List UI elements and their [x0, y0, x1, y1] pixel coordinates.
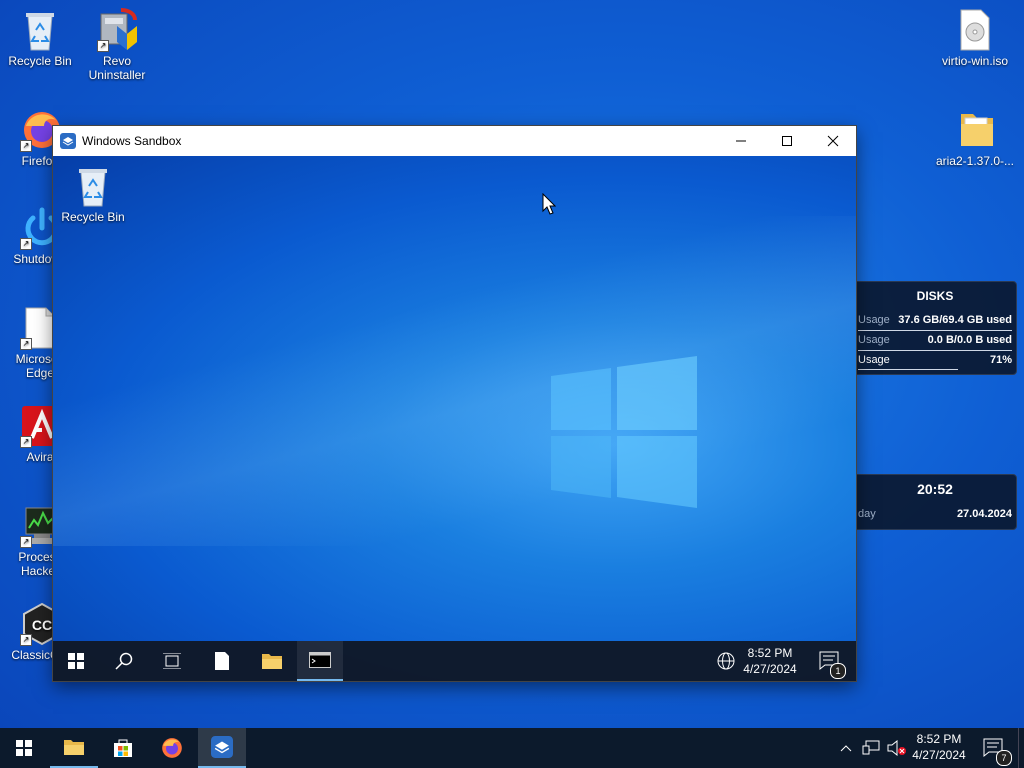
shortcut-arrow-icon: ↗: [20, 436, 32, 448]
disk-widget-title: DISKS: [916, 289, 954, 303]
disk-usage-label: Usage: [858, 354, 890, 366]
disk-usage-row: Usage 71%: [858, 354, 1012, 370]
shortcut-arrow-icon: ↗: [20, 338, 32, 350]
folder-icon: [955, 108, 995, 152]
sandbox-action-center-button[interactable]: 1: [807, 641, 853, 681]
disk-usage-value: 37.6 GB/69.4 GB used: [898, 314, 1012, 326]
sandbox-start-button[interactable]: [53, 641, 99, 681]
clock-widget-day-label: day: [858, 508, 876, 520]
windows-logo-wallpaper: [551, 356, 697, 508]
minimize-button[interactable]: [718, 126, 764, 156]
sandbox-tray-clock[interactable]: 8:52 PM 4/27/2024: [741, 645, 799, 677]
desktop-icon-label: Recycle Bin: [8, 54, 72, 68]
minimize-icon: [736, 140, 746, 142]
desktop-icon-label: aria2-1.37.0-...: [935, 154, 1015, 168]
volume-muted-icon: [887, 740, 906, 756]
disk-usage-value: 0.0 B/0.0 B used: [927, 334, 1012, 346]
clock-widget-time: 20:52: [917, 481, 953, 497]
firefox-icon: [162, 738, 182, 758]
folder-icon: [262, 654, 282, 669]
windows-sandbox-taskbar-button[interactable]: [198, 728, 246, 768]
desktop-icon-aria2-folder[interactable]: aria2-1.37.0-...: [935, 108, 1015, 168]
disk-usage-label: Usage: [858, 314, 890, 326]
show-hidden-icons-button[interactable]: [834, 728, 858, 768]
chevron-up-icon: [840, 745, 852, 752]
maximize-icon: [782, 136, 792, 146]
sandbox-file-explorer-button[interactable]: [249, 641, 295, 681]
disk-usage-label: Usage: [858, 334, 890, 346]
desktop-icon-label: Avira: [26, 450, 54, 464]
sandbox-window[interactable]: Windows Sandbox Recycle Bin 8:52 PM 4/27…: [53, 126, 856, 681]
recycle-bin-icon: [20, 8, 60, 52]
shortcut-arrow-icon: ↗: [20, 238, 32, 250]
sandbox-taskbar: 8:52 PM 4/27/2024 1: [53, 641, 856, 681]
desktop-icon-revo-uninstaller[interactable]: ↗ Revo Uninstaller: [77, 8, 157, 82]
desktop-icon-label: virtio-win.iso: [941, 54, 1008, 68]
sandbox-notepad-button[interactable]: [199, 641, 245, 681]
sandbox-search-button[interactable]: [101, 641, 147, 681]
sandbox-app-icon: [211, 736, 233, 758]
network-icon: [862, 740, 880, 755]
clock-widget: 20:52 day 27.04.2024: [853, 474, 1017, 530]
sandbox-window-title: Windows Sandbox: [82, 134, 182, 148]
shortcut-arrow-icon: ↗: [20, 536, 32, 548]
show-desktop-button[interactable]: [1018, 728, 1024, 768]
globe-icon: [717, 652, 735, 670]
desktop-icon-virtio-iso[interactable]: virtio-win.iso: [935, 8, 1015, 68]
disc-image-icon: [955, 8, 995, 52]
search-icon: [115, 652, 133, 670]
firefox-taskbar-button[interactable]: [148, 728, 196, 768]
sandbox-clock-time: 8:52 PM: [747, 646, 793, 660]
recycle-bin-icon: [73, 164, 113, 208]
sandbox-icon-recycle-bin[interactable]: Recycle Bin: [53, 164, 133, 224]
sandbox-desktop[interactable]: Recycle Bin 8:52 PM 4/27/2024 1: [53, 156, 856, 681]
store-icon: [114, 739, 132, 757]
clock-time: 8:52 PM: [916, 732, 962, 746]
clock-date: 4/27/2024: [912, 748, 966, 762]
wallpaper-light-beam: [53, 216, 856, 546]
disk-usage-widget: DISKS Usage 37.6 GB/69.4 GB used Usage 0…: [853, 281, 1017, 375]
volume-button[interactable]: [884, 728, 910, 768]
shortcut-arrow-icon: ↗: [20, 140, 32, 152]
close-button[interactable]: [810, 126, 856, 156]
taskbar: 8:52 PM 4/27/2024 7: [0, 728, 1024, 768]
shortcut-arrow-icon: ↗: [20, 634, 32, 646]
start-button[interactable]: [0, 728, 48, 768]
clock-widget-date-row: day 27.04.2024: [858, 508, 1012, 524]
windows-start-icon: [68, 653, 84, 669]
revo-uninstaller-icon: ↗: [97, 8, 137, 52]
sandbox-titlebar[interactable]: Windows Sandbox: [53, 126, 856, 156]
disk-usage-bar: [858, 369, 958, 370]
action-center-button[interactable]: 7: [972, 728, 1016, 768]
disk-usage-row: Usage 0.0 B/0.0 B used: [858, 334, 1012, 351]
sandbox-notification-badge: 1: [830, 663, 846, 679]
shortcut-arrow-icon: ↗: [97, 40, 109, 52]
sandbox-terminal-button[interactable]: [297, 641, 343, 681]
file-explorer-button[interactable]: [50, 728, 98, 768]
close-icon: [827, 135, 839, 147]
network-button[interactable]: [858, 728, 884, 768]
clock-widget-date: 27.04.2024: [956, 508, 1012, 520]
tray-clock[interactable]: 8:52 PM 4/27/2024: [910, 731, 968, 763]
mouse-cursor-icon: [542, 193, 556, 215]
microsoft-store-button[interactable]: [99, 728, 147, 768]
task-view-icon: [163, 653, 181, 669]
command-prompt-icon: [309, 652, 331, 668]
sandbox-task-view-button[interactable]: [149, 641, 195, 681]
maximize-button[interactable]: [764, 126, 810, 156]
notification-badge: 7: [996, 750, 1012, 766]
document-icon: [215, 652, 229, 670]
disk-usage-row: Usage 37.6 GB/69.4 GB used: [858, 314, 1012, 331]
svg-text:CC: CC: [32, 617, 52, 633]
sandbox-clock-date: 4/27/2024: [743, 662, 797, 676]
folder-icon: [64, 740, 84, 755]
desktop-icon-label: Recycle Bin: [61, 210, 125, 224]
windows-start-icon: [16, 740, 32, 756]
desktop-icon-label: Revo Uninstaller: [88, 54, 146, 82]
sandbox-app-icon: [60, 133, 76, 149]
disk-usage-value: 71%: [989, 354, 1012, 366]
desktop-icon-recycle-bin[interactable]: Recycle Bin: [0, 8, 80, 68]
